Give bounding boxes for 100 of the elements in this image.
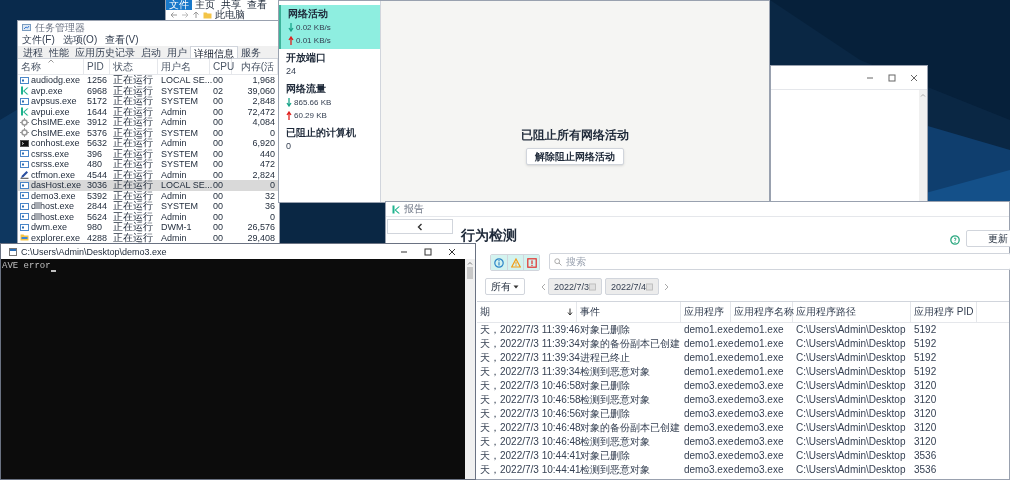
table-cell: 472 bbox=[259, 159, 275, 170]
column-header[interactable]: 应用程序名称 bbox=[731, 302, 793, 322]
process-row[interactable]: avpsus.exe 5172 正在运行 SYSTEM 00 2,848 bbox=[18, 96, 279, 107]
reading-text: 0.02 KB/s bbox=[296, 22, 331, 33]
table-cell-text: demo3.exe bbox=[683, 464, 731, 476]
sidebar-item[interactable]: 网络流量 865.66 KB 60.29 KB bbox=[279, 80, 380, 124]
process-name: conhost.exe bbox=[31, 138, 80, 149]
maximize-icon[interactable] bbox=[423, 246, 433, 257]
table-cell: 36 bbox=[265, 201, 275, 212]
table-cell-text: C:\Users\Admin\Desktop bbox=[795, 436, 907, 448]
chevron-left-icon[interactable] bbox=[541, 283, 546, 291]
close-icon[interactable] bbox=[909, 72, 919, 83]
process-row[interactable]: csrss.exe 480 正在运行 SYSTEM 00 472 bbox=[18, 159, 279, 170]
section-title: 网络流量 bbox=[286, 83, 327, 95]
table-cell: 0 bbox=[270, 180, 275, 191]
ribbon-tab[interactable]: 文件 bbox=[166, 0, 192, 10]
unblock-button[interactable]: 解除阻止网络活动 bbox=[526, 148, 624, 165]
column-header[interactable]: 应用程序 PID bbox=[911, 302, 977, 322]
service-icon bbox=[20, 222, 29, 232]
search-icon bbox=[554, 258, 562, 266]
process-row[interactable]: dasHost.exe 3036 正在运行 LOCAL SE...00 0 bbox=[18, 180, 279, 191]
sidebar-item[interactable]: 已阻止的计算机 0 bbox=[279, 124, 380, 155]
process-row[interactable]: avpui.exe 1644 正在运行 Admin 00 72,472 bbox=[18, 106, 279, 117]
process-name: demo3.exe bbox=[31, 190, 76, 201]
tab[interactable]: 启动 bbox=[138, 46, 164, 58]
sidebar-item[interactable]: 网络活动 0.02 KB/s 0.01 KB/s bbox=[279, 5, 380, 49]
scroll-up-icon[interactable] bbox=[467, 261, 473, 265]
scrollbar[interactable] bbox=[919, 90, 927, 202]
tab[interactable]: 进程 bbox=[20, 46, 46, 58]
chevron-right-icon[interactable] bbox=[664, 283, 669, 291]
process-row[interactable]: ChsIME.exe 5376 正在运行 SYSTEM 00 0 bbox=[18, 127, 279, 138]
process-row[interactable]: explorer.exe 4288 正在运行 Admin 00 29,408 bbox=[18, 232, 279, 243]
process-row[interactable]: ctfmon.exe 4544 正在运行 Admin 00 2,824 bbox=[18, 169, 279, 180]
table-cell: 00 bbox=[213, 232, 223, 243]
tab[interactable]: 性能 bbox=[46, 46, 72, 58]
close-icon[interactable] bbox=[447, 246, 457, 257]
text-cursor bbox=[50, 270, 56, 272]
filter-toggle[interactable] bbox=[523, 255, 539, 270]
process-row[interactable]: dwm.exe 980 正在运行 DWM-1 00 26,576 bbox=[18, 222, 279, 233]
back-button[interactable] bbox=[387, 219, 453, 234]
column-header[interactable]: CPU bbox=[210, 59, 232, 74]
caret-down-icon bbox=[513, 284, 519, 289]
tab[interactable]: 服务 bbox=[238, 46, 264, 58]
maximize-icon[interactable] bbox=[887, 72, 897, 83]
table-cell: 3036 bbox=[87, 180, 108, 191]
filter-toggle[interactable] bbox=[491, 255, 507, 270]
back-arrow-icon[interactable] bbox=[170, 11, 178, 19]
type-dropdown[interactable]: 所有 bbox=[485, 278, 525, 295]
scrollbar[interactable] bbox=[465, 259, 475, 479]
forward-arrow-icon[interactable] bbox=[181, 11, 189, 19]
process-row[interactable]: audiodg.exe 1256 正在运行 LOCAL SE...00 1,968 bbox=[18, 75, 279, 86]
search-field[interactable]: 搜索 bbox=[549, 253, 1010, 270]
menu-item[interactable]: 选项(O) bbox=[62, 35, 98, 45]
down-arrow-icon bbox=[288, 23, 294, 32]
column-header[interactable]: 名称 bbox=[18, 59, 84, 74]
column-header[interactable]: 事件 bbox=[577, 302, 681, 322]
column-header[interactable]: 状态 bbox=[110, 59, 158, 74]
service-icon bbox=[20, 212, 29, 222]
date-field[interactable]: 2022/7/4 bbox=[605, 278, 659, 295]
process-row[interactable]: ChsIME.exe 3912 正在运行 Admin 00 4,084 bbox=[18, 117, 279, 128]
process-row[interactable]: avp.exe 6968 正在运行 SYSTEM 02 39,060 bbox=[18, 85, 279, 96]
ribbon-tab[interactable]: 共享 bbox=[218, 0, 244, 10]
sidebar-item[interactable]: 开放端口 24 bbox=[279, 49, 380, 80]
process-row[interactable]: dllhost.exe 5624 正在运行 Admin 00 0 bbox=[18, 211, 279, 222]
process-row[interactable]: csrss.exe 396 正在运行 SYSTEM 00 440 bbox=[18, 148, 279, 159]
menu-item[interactable]: 查看(V) bbox=[105, 35, 139, 45]
column-header[interactable]: 应用程序 bbox=[681, 302, 731, 322]
info-icon bbox=[494, 257, 504, 268]
calendar-icon bbox=[589, 282, 596, 291]
column-header[interactable]: PID bbox=[84, 59, 110, 74]
table-cell: 2844 bbox=[87, 201, 108, 212]
table-cell-text: demo3.exe bbox=[733, 464, 785, 476]
reading-text: 0.01 KB/s bbox=[296, 35, 331, 46]
tab[interactable]: 用户 bbox=[164, 46, 190, 58]
table-cell: 2,848 bbox=[252, 96, 275, 107]
ribbon-tab[interactable]: 主页 bbox=[192, 0, 218, 10]
filter-toggle[interactable] bbox=[507, 255, 523, 270]
process-row[interactable]: demo3.exe 5392 正在运行 Admin 00 32 bbox=[18, 190, 279, 201]
ribbon-tab[interactable]: 查看 bbox=[244, 0, 270, 10]
menu-item[interactable]: 文件(F) bbox=[22, 35, 55, 45]
logo-icon bbox=[392, 204, 400, 214]
table-cell: 正在运行 bbox=[113, 179, 153, 191]
table-cell-text: demo1.exe bbox=[733, 352, 785, 364]
table-cell: 4288 bbox=[87, 232, 108, 243]
scroll-up-icon[interactable] bbox=[920, 93, 926, 97]
date-field[interactable]: 2022/7/3 bbox=[548, 278, 602, 295]
help-icon[interactable] bbox=[950, 235, 960, 245]
column-header[interactable]: 用户名 bbox=[158, 59, 210, 74]
update-button[interactable]: 更新 bbox=[966, 230, 1010, 247]
column-header[interactable]: 期 bbox=[477, 302, 577, 322]
tab[interactable]: 详细信息 bbox=[190, 46, 238, 58]
table-cell: 正在运行 bbox=[113, 210, 153, 222]
column-header[interactable]: 应用程序路径 bbox=[793, 302, 911, 322]
process-name: csrss.exe bbox=[31, 148, 69, 159]
tab[interactable]: 应用历史记录 bbox=[72, 46, 138, 58]
table-cell: 29,408 bbox=[247, 232, 275, 243]
process-row[interactable]: conhost.exe 5632 正在运行 Admin 00 6,920 bbox=[18, 138, 279, 149]
scroll-thumb[interactable] bbox=[467, 267, 473, 279]
up-arrow-icon[interactable] bbox=[192, 11, 200, 19]
process-row[interactable]: dllhost.exe 2844 正在运行 SYSTEM 00 36 bbox=[18, 201, 279, 212]
